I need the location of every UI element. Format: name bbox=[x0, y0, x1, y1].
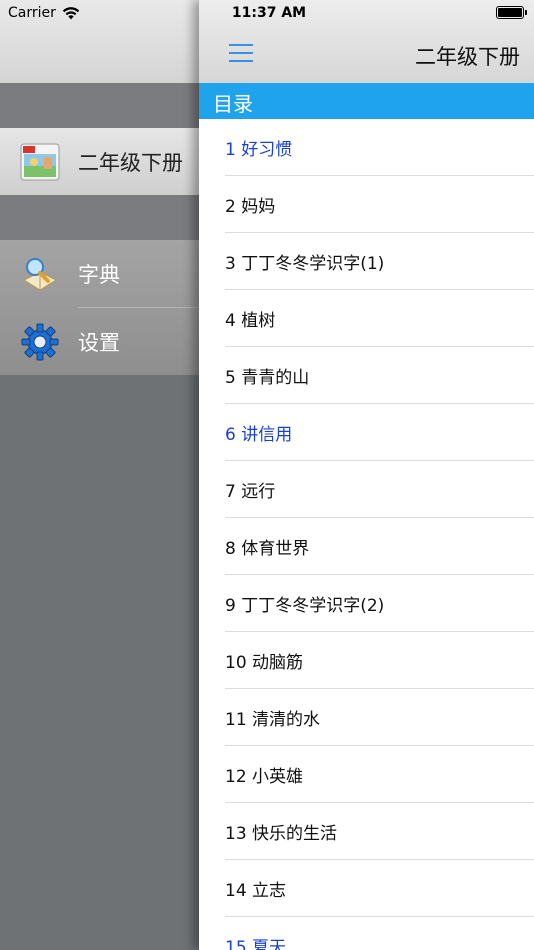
page-title: 二年级下册 bbox=[415, 45, 520, 69]
lesson-label: 1 好习惯 bbox=[225, 140, 293, 160]
lesson-label: 8 体育世界 bbox=[225, 539, 310, 559]
nav-bar: 11:37 AM 二年级下册 bbox=[199, 0, 534, 83]
lesson-row[interactable]: 5 青青的山 bbox=[199, 347, 534, 404]
drawer-item-book-label: 二年级下册 bbox=[78, 150, 183, 175]
section-title: 目录 bbox=[213, 92, 253, 116]
book-cover-icon bbox=[20, 143, 60, 180]
lesson-row[interactable]: 3 丁丁冬冬学识字(1) bbox=[199, 233, 534, 290]
lesson-row[interactable]: 9 丁丁冬冬学识字(2) bbox=[199, 575, 534, 632]
wifi-icon bbox=[62, 6, 80, 19]
lesson-row[interactable]: 2 妈妈 bbox=[199, 176, 534, 233]
lesson-label: 15 夏天 bbox=[225, 938, 287, 950]
lesson-row[interactable]: 11 清清的水 bbox=[199, 689, 534, 746]
status-bar-left: Carrier bbox=[8, 5, 80, 21]
drawer-item-dictionary-label: 字典 bbox=[78, 262, 120, 287]
lesson-label: 6 讲信用 bbox=[225, 425, 293, 445]
status-time: 11:37 AM bbox=[231, 5, 307, 21]
lesson-label: 2 妈妈 bbox=[225, 197, 276, 217]
lesson-row[interactable]: 4 植树 bbox=[199, 290, 534, 347]
lesson-label: 9 丁丁冬冬学识字(2) bbox=[225, 596, 385, 616]
lesson-label: 3 丁丁冬冬学识字(1) bbox=[225, 254, 385, 274]
lesson-list: 1 好习惯 2 妈妈 3 丁丁冬冬学识字(1) 4 植树 5 青青的山 6 讲信用 7 远行… bbox=[199, 119, 534, 950]
main-panel: 11:37 AM 二年级下册 目录 1 好习惯 2 妈妈 3 丁丁冬冬学识字(1) 4… bbox=[199, 0, 534, 950]
lesson-label: 12 小英雄 bbox=[225, 767, 304, 787]
lesson-row[interactable]: 10 动脑筋 bbox=[199, 632, 534, 689]
lesson-label: 10 动脑筋 bbox=[225, 653, 304, 673]
lesson-row[interactable]: 12 小英雄 bbox=[199, 746, 534, 803]
lesson-row[interactable]: 8 体育世界 bbox=[199, 518, 534, 575]
lesson-row[interactable]: 7 远行 bbox=[199, 461, 534, 518]
lesson-row[interactable]: 6 讲信用 bbox=[199, 404, 534, 461]
carrier-label: Carrier bbox=[8, 5, 56, 21]
section-header: 目录 bbox=[199, 83, 534, 119]
lesson-row[interactable]: 13 快乐的生活 bbox=[199, 803, 534, 860]
lesson-label: 5 青青的山 bbox=[225, 368, 310, 388]
lesson-label: 4 植树 bbox=[225, 311, 276, 331]
lesson-row[interactable]: 1 好习惯 bbox=[199, 119, 534, 176]
lesson-label: 7 远行 bbox=[225, 482, 276, 502]
dictionary-icon bbox=[22, 257, 58, 291]
drawer-item-settings-label: 设置 bbox=[78, 330, 120, 355]
lesson-row[interactable]: 14 立志 bbox=[199, 860, 534, 917]
gear-icon bbox=[21, 323, 59, 360]
hamburger-menu-icon[interactable] bbox=[229, 42, 253, 64]
lesson-label: 11 清清的水 bbox=[225, 710, 321, 730]
battery-icon bbox=[496, 6, 527, 19]
lesson-row[interactable]: 15 夏天 bbox=[199, 917, 534, 950]
lesson-label: 13 快乐的生活 bbox=[225, 824, 338, 844]
lesson-label: 14 立志 bbox=[225, 881, 287, 901]
